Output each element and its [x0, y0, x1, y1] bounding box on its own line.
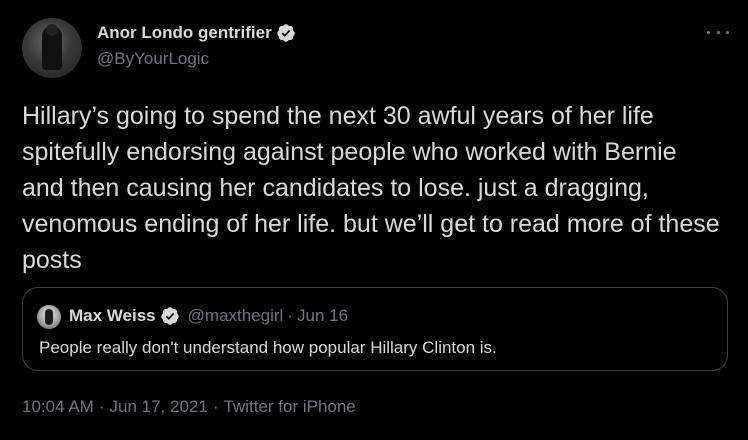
- quoted-tweet-text: People really don't understand how popul…: [39, 338, 497, 357]
- tweet[interactable]: Anor Londo gentrifier @ByYourLogic Hilla…: [0, 0, 748, 440]
- more-dot: [716, 30, 720, 34]
- author-name-row: Anor Londo gentrifier: [97, 23, 296, 43]
- more-dot: [726, 30, 729, 34]
- quoted-tweet-date: Jun 16: [296, 306, 349, 325]
- author-display-name[interactable]: Anor Londo gentrifier: [97, 23, 272, 43]
- quoted-tweet[interactable]: Max Weiss @maxthegirl · Jun 16 People re…: [22, 287, 728, 371]
- separator-dot: ·: [287, 306, 293, 325]
- quoted-author-avatar[interactable]: [37, 305, 61, 329]
- tweet-date[interactable]: Jun 17, 2021: [110, 397, 208, 417]
- separator-dot: ·: [98, 397, 105, 416]
- verified-badge-icon: [276, 24, 295, 42]
- author-avatar[interactable]: [22, 18, 82, 78]
- more-options-icon[interactable]: [707, 22, 729, 42]
- quoted-author-handle: @maxthegirl: [187, 306, 284, 325]
- quoted-tweet-header: Max Weiss @maxthegirl · Jun 16: [69, 306, 348, 326]
- tweet-meta: 10:04 AM · Jun 17, 2021 · Twitter for iP…: [22, 397, 356, 417]
- quoted-author-name: Max Weiss: [69, 306, 156, 325]
- tweet-time[interactable]: 10:04 AM: [22, 397, 94, 417]
- author-handle[interactable]: @ByYourLogic: [97, 49, 209, 69]
- verified-badge-icon: [160, 307, 179, 325]
- separator-dot: ·: [212, 397, 219, 416]
- more-dot: [707, 30, 710, 34]
- tweet-source[interactable]: Twitter for iPhone: [223, 397, 355, 417]
- avatar-head: [46, 24, 58, 36]
- tweet-text: Hillary’s going to spend the next 30 awf…: [22, 102, 720, 274]
